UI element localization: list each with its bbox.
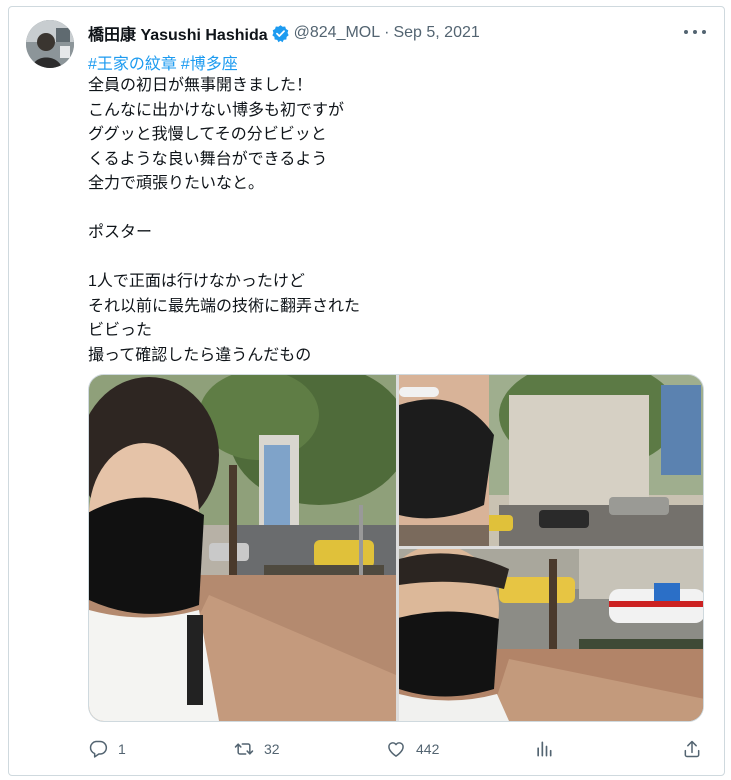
tweet-text-line: 1人で正面は行けなかったけど: [88, 273, 305, 290]
tweet-text-line: [88, 197, 688, 222]
profile-mask-photo[interactable]: [399, 375, 703, 546]
tweet-text-line: ググッと我慢してその分ビビッと: [88, 126, 327, 143]
tweet-text-line: それ以前に最先端の技術に翻弄された: [88, 297, 361, 315]
analytics-icon: [537, 741, 552, 757]
tweet-date[interactable]: Sep 5, 2021: [393, 24, 479, 42]
tweet-text-line: 全員の初日が無事開きました！: [88, 77, 313, 94]
verified-badge-icon: [271, 24, 290, 43]
media-grid: [88, 374, 704, 722]
tweet-text: 全員の初日が無事開きました！ こんなに出かけない博多も初ですが ググッと我慢して…: [88, 74, 688, 368]
retweet-icon: [234, 743, 254, 755]
heart-icon: [388, 742, 404, 757]
tweet-header: 橋田康 Yasushi Hashida @824_MOL · Sep 5, 20…: [88, 22, 480, 44]
header-separator: ·: [384, 24, 390, 41]
tweet-text-line: [88, 246, 688, 271]
tweet-text-line: こんなに出かけない博多も初ですが: [88, 101, 345, 119]
tweet-text-line: くるような良い舞台ができるよう: [88, 150, 328, 168]
share-icon: [684, 740, 700, 758]
hashtag-link[interactable]: #博多座: [181, 56, 238, 73]
action-bar: 1 32 442: [88, 736, 704, 762]
hashtags: #王家の紋章 #博多座: [88, 50, 242, 74]
retweet-button[interactable]: 32: [234, 736, 280, 762]
tweet-text-line: 全力で頑張りたいなと。: [88, 175, 265, 192]
reply-count: 1: [118, 741, 126, 757]
like-count: 442: [416, 741, 440, 757]
like-button[interactable]: 442: [386, 736, 439, 762]
retweet-count: 32: [264, 741, 280, 757]
selfie-street-photo[interactable]: [89, 375, 396, 721]
more-horizontal-icon[interactable]: [684, 24, 706, 40]
author-handle[interactable]: @824_MOL: [294, 24, 381, 42]
reply-icon: [89, 740, 108, 758]
reply-button[interactable]: 1: [88, 736, 126, 762]
tweet-text-line: ポスター: [88, 224, 153, 241]
author-display-name[interactable]: 橋田康 Yasushi Hashida: [88, 21, 268, 45]
share-button[interactable]: [682, 736, 702, 762]
selfie-taxi-photo[interactable]: [399, 549, 703, 721]
avatar[interactable]: [26, 20, 74, 68]
hashtag-link[interactable]: #王家の紋章: [88, 56, 177, 73]
tweet-text-line: ビビった: [88, 322, 153, 339]
analytics-button[interactable]: [534, 736, 554, 762]
tweet-text-line: 撮って確認したら違うんだもの: [88, 346, 312, 364]
